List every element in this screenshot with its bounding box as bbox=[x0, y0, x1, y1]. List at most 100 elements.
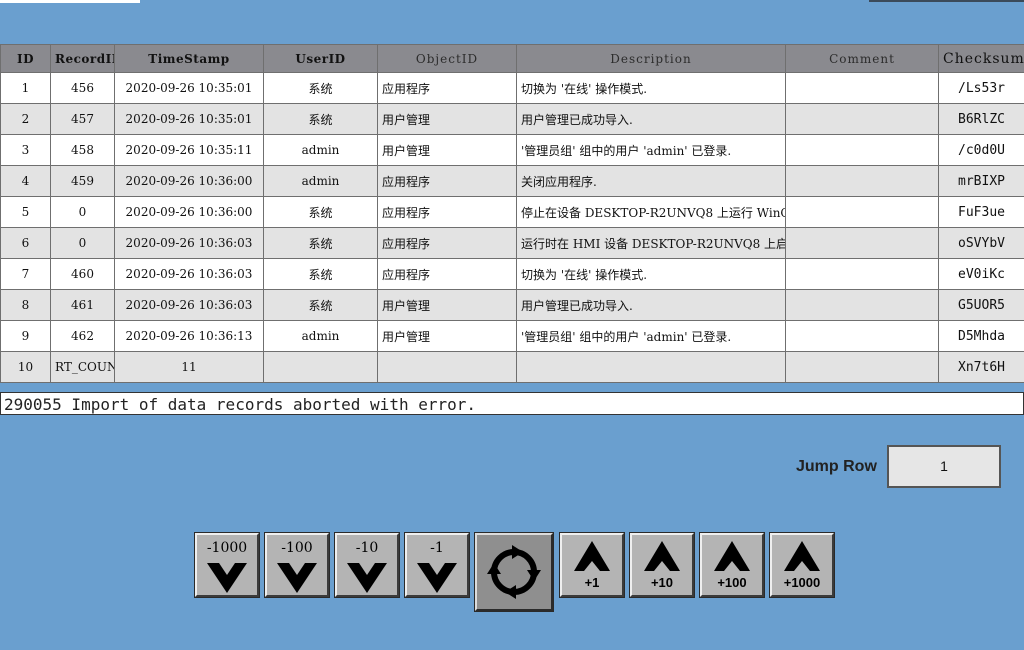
arrow-down-icon bbox=[277, 563, 317, 593]
column-header-userid[interactable]: UserID bbox=[263, 44, 378, 73]
cell-recordid: 458 bbox=[50, 134, 115, 166]
arrow-down-icon bbox=[417, 563, 457, 593]
refresh-button[interactable] bbox=[475, 533, 553, 611]
cell-userid bbox=[263, 351, 378, 383]
status-message-bar: 290055 Import of data records aborted wi… bbox=[0, 392, 1024, 415]
cell-comment bbox=[785, 258, 939, 290]
cell-comment bbox=[785, 134, 939, 166]
table-row[interactable]: 5 0 2020-09-26 10:36:00 系统 应用程序 停止在设备 DE… bbox=[0, 196, 1024, 228]
scroll-plus-1000-button[interactable]: +1000 bbox=[770, 533, 834, 597]
cell-comment bbox=[785, 72, 939, 104]
cell-objectid: 应用程序 bbox=[377, 227, 517, 259]
cell-objectid bbox=[377, 351, 517, 383]
column-header-timestamp[interactable]: TimeStamp bbox=[114, 44, 264, 73]
cell-description: 关闭应用程序. bbox=[516, 165, 786, 197]
button-label: +100 bbox=[717, 575, 747, 590]
cell-id: 10 bbox=[0, 351, 51, 383]
cell-id: 1 bbox=[0, 72, 51, 104]
column-header-checksum[interactable]: Checksum bbox=[938, 44, 1024, 73]
cell-description: '管理员组' 组中的用户 'admin' 已登录. bbox=[516, 134, 786, 166]
table-row[interactable]: 2 457 2020-09-26 10:35:01 系统 用户管理 用户管理已成… bbox=[0, 103, 1024, 135]
cell-objectid: 应用程序 bbox=[377, 196, 517, 228]
cell-comment bbox=[785, 351, 939, 383]
cell-userid: 系统 bbox=[263, 72, 378, 104]
column-header-recordid[interactable]: RecordID bbox=[50, 44, 115, 73]
cell-timestamp: 11 bbox=[114, 351, 264, 383]
scroll-minus-100-button[interactable]: -100 bbox=[265, 533, 329, 597]
cell-description: 切换为 '在线' 操作模式. bbox=[516, 72, 786, 104]
cell-userid: 系统 bbox=[263, 227, 378, 259]
cell-description bbox=[516, 351, 786, 383]
cell-timestamp: 2020-09-26 10:36:00 bbox=[114, 196, 264, 228]
cell-comment bbox=[785, 165, 939, 197]
button-label: +10 bbox=[650, 575, 674, 590]
cell-id: 8 bbox=[0, 289, 51, 321]
cell-comment bbox=[785, 227, 939, 259]
scroll-minus-1-button[interactable]: -1 bbox=[405, 533, 469, 597]
scroll-plus-1-button[interactable]: +1 bbox=[560, 533, 624, 597]
cell-recordid: 457 bbox=[50, 103, 115, 135]
cell-objectid: 应用程序 bbox=[377, 165, 517, 197]
cell-userid: 系统 bbox=[263, 196, 378, 228]
cell-objectid: 用户管理 bbox=[377, 289, 517, 321]
cell-description: 用户管理已成功导入. bbox=[516, 103, 786, 135]
cell-objectid: 用户管理 bbox=[377, 103, 517, 135]
cell-objectid: 应用程序 bbox=[377, 258, 517, 290]
scroll-minus-1000-button[interactable]: -1000 bbox=[195, 533, 259, 597]
cell-timestamp: 2020-09-26 10:36:03 bbox=[114, 227, 264, 259]
column-header-objectid[interactable]: ObjectID bbox=[377, 44, 517, 73]
cell-id: 7 bbox=[0, 258, 51, 290]
table-row[interactable]: 1 456 2020-09-26 10:35:01 系统 应用程序 切换为 '在… bbox=[0, 72, 1024, 104]
cell-recordid: 460 bbox=[50, 258, 115, 290]
cell-recordid: 459 bbox=[50, 165, 115, 197]
cell-userid: admin bbox=[263, 165, 378, 197]
cell-comment bbox=[785, 320, 939, 352]
cell-userid: admin bbox=[263, 320, 378, 352]
cell-comment bbox=[785, 196, 939, 228]
table-row[interactable]: 4 459 2020-09-26 10:36:00 admin 应用程序 关闭应… bbox=[0, 165, 1024, 197]
audit-table: ID RecordID TimeStamp UserID ObjectID De… bbox=[0, 44, 1024, 383]
cell-recordid: 0 bbox=[50, 227, 115, 259]
top-strip-right bbox=[869, 0, 1024, 2]
table-row[interactable]: 6 0 2020-09-26 10:36:03 系统 应用程序 运行时在 HMI… bbox=[0, 227, 1024, 259]
jump-row-label: Jump Row bbox=[796, 458, 877, 475]
cell-checksum: G5UOR5 bbox=[938, 289, 1024, 321]
table-row[interactable]: 8 461 2020-09-26 10:36:03 系统 用户管理 用户管理已成… bbox=[0, 289, 1024, 321]
table-row[interactable]: 7 460 2020-09-26 10:36:03 系统 应用程序 切换为 '在… bbox=[0, 258, 1024, 290]
cell-recordid: 456 bbox=[50, 72, 115, 104]
scroll-minus-10-button[interactable]: -10 bbox=[335, 533, 399, 597]
cell-description: '管理员组' 组中的用户 'admin' 已登录. bbox=[516, 320, 786, 352]
cell-description: 运行时在 HMI 设备 DESKTOP-R2UNVQ8 上启动 bbox=[516, 227, 786, 259]
arrow-down-icon bbox=[347, 563, 387, 593]
table-row[interactable]: 3 458 2020-09-26 10:35:11 admin 用户管理 '管理… bbox=[0, 134, 1024, 166]
cell-description: 用户管理已成功导入. bbox=[516, 289, 786, 321]
column-header-comment[interactable]: Comment bbox=[785, 44, 939, 73]
arrow-down-icon bbox=[207, 563, 247, 593]
cell-timestamp: 2020-09-26 10:36:03 bbox=[114, 289, 264, 321]
table-row[interactable]: 9 462 2020-09-26 10:36:13 admin 用户管理 '管理… bbox=[0, 320, 1024, 352]
cell-description: 切换为 '在线' 操作模式. bbox=[516, 258, 786, 290]
cell-timestamp: 2020-09-26 10:36:03 bbox=[114, 258, 264, 290]
cell-checksum: mrBIXP bbox=[938, 165, 1024, 197]
button-label: +1000 bbox=[783, 575, 821, 590]
cell-checksum: /Ls53r bbox=[938, 72, 1024, 104]
top-strip bbox=[0, 0, 140, 3]
table-row[interactable]: 10 RT_COUNT 11 Xn7t6H bbox=[0, 351, 1024, 383]
cell-objectid: 用户管理 bbox=[377, 320, 517, 352]
cell-objectid: 用户管理 bbox=[377, 134, 517, 166]
cell-userid: 系统 bbox=[263, 258, 378, 290]
cell-id: 6 bbox=[0, 227, 51, 259]
cell-userid: 系统 bbox=[263, 103, 378, 135]
cell-userid: admin bbox=[263, 134, 378, 166]
cell-comment bbox=[785, 103, 939, 135]
cell-id: 5 bbox=[0, 196, 51, 228]
column-header-id[interactable]: ID bbox=[0, 44, 51, 73]
scroll-plus-100-button[interactable]: +100 bbox=[700, 533, 764, 597]
column-header-description[interactable]: Description bbox=[516, 44, 786, 73]
scroll-plus-10-button[interactable]: +10 bbox=[630, 533, 694, 597]
cell-userid: 系统 bbox=[263, 289, 378, 321]
cell-recordid: RT_COUNT bbox=[50, 351, 115, 383]
cell-timestamp: 2020-09-26 10:35:01 bbox=[114, 103, 264, 135]
jump-row-input[interactable]: 1 bbox=[887, 445, 1001, 488]
refresh-icon bbox=[487, 545, 541, 599]
